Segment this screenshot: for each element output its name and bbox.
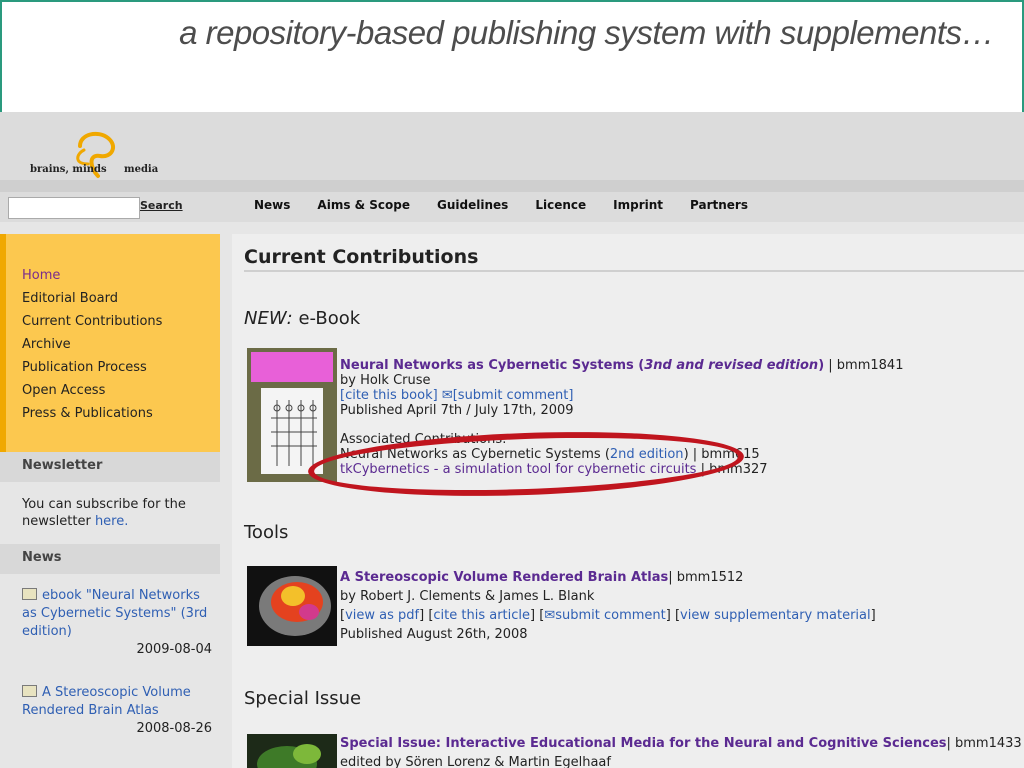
sidebar-item-editorial-board[interactable]: Editorial Board [22,287,220,310]
news-date: 2009-08-04 [136,642,212,657]
nav-item-guidelines[interactable]: Guidelines [437,198,508,212]
logo-text-left: brains, minds [30,164,107,175]
search-input[interactable] [8,197,140,219]
brain-atlas-thumbnail[interactable] [247,566,337,646]
site-logo[interactable]: brains, minds media [28,124,168,180]
main-content: Current Contributions NEW: e-Book Neural… [232,234,1024,768]
page-title: Current Contributions [244,246,479,268]
slide-title-bar: a repository-based publishing system wit… [0,0,1024,112]
mail-icon: ✉ [544,608,556,623]
book-published: Published April 7th / July 17th, 2009 [340,403,574,418]
newsletter-heading: Newsletter [0,452,220,482]
book-title-text[interactable]: Neural Networks as Cybernetic Systems ( [340,358,644,373]
news-date: 2008-08-26 [136,721,212,736]
cite-article-link[interactable]: cite this article [433,608,530,623]
special-editors: edited by Sören Lorenz & Martin Egelhaaf [340,755,611,768]
new-label: NEW: [244,308,293,329]
tool-submit-comment-link[interactable]: submit comment [555,608,666,623]
tool-published: Published August 26th, 2008 [340,627,528,642]
special-id: | bmm1433 [946,736,1022,751]
sidebar-item-open-access[interactable]: Open Access [22,379,220,402]
special-issue-thumbnail[interactable] [247,734,337,768]
book-id: | bmm1841 [828,358,904,373]
sidebar-lower: Newsletter You can subscribe for the new… [0,452,220,768]
slide-title: a repository-based publishing system wit… [179,14,994,51]
nav-menu: News Aims & Scope Guidelines Licence Imp… [254,198,775,212]
news-heading: News [0,544,220,574]
logo-text-right: media [124,164,159,175]
section-heading-ebook: NEW: e-Book [244,308,360,329]
cite-book-link[interactable]: [cite this book] [340,388,438,403]
nav-item-news[interactable]: News [254,198,290,212]
sidebar-item-press-publications[interactable]: Press & Publications [22,402,220,425]
nav-item-aims-scope[interactable]: Aims & Scope [317,198,410,212]
book-author: by Holk Cruse [340,373,431,388]
news-icon [22,685,37,697]
news-icon [22,588,37,600]
special-title-link[interactable]: Special Issue: Interactive Educational M… [340,736,947,751]
nav-item-imprint[interactable]: Imprint [613,198,663,212]
newsletter-link[interactable]: here. [95,514,128,529]
sidebar-item-archive[interactable]: Archive [22,333,220,356]
tool-author: by Robert J. Clements & James L. Blank [340,589,595,604]
tool-id: | bmm1512 [668,570,744,585]
header-strip [0,180,1024,192]
newsletter-text: You can subscribe for the newsletter her… [22,496,212,530]
mail-icon: ✉ [441,388,453,403]
sidebar-item-current-contributions[interactable]: Current Contributions [22,310,220,333]
book-title-end[interactable]: ) [818,358,824,373]
search-button[interactable]: Search [140,199,183,212]
site-header: brains, minds media [0,112,1024,180]
sidebar-item-home[interactable]: Home [22,264,220,287]
section-heading-tools: Tools [244,522,289,543]
view-pdf-link[interactable]: view as pdf [345,608,419,623]
news-item[interactable]: ebook "Neural Networks as Cybernetic Sys… [22,587,212,659]
nav-item-partners[interactable]: Partners [690,198,748,212]
submit-comment-link[interactable]: [submit comment] [453,388,574,403]
sidebar-menu: Home Editorial Board Current Contributio… [0,234,220,452]
news-title[interactable]: A Stereoscopic Volume Rendered Brain Atl… [22,685,191,718]
book-title-link[interactable]: Neural Networks as Cybernetic Systems (3… [340,358,824,373]
title-divider [244,270,1024,272]
tool-title-link[interactable]: A Stereoscopic Volume Rendered Brain Atl… [340,570,668,585]
news-title[interactable]: ebook "Neural Networks as Cybernetic Sys… [22,588,207,639]
tool-entry: A Stereoscopic Volume Rendered Brain Atl… [340,570,876,642]
section-heading-special: Special Issue [244,688,362,709]
special-entry: Special Issue: Interactive Educational M… [340,734,1022,768]
website-screenshot: brains, minds media Search News Aims & S… [0,112,1024,768]
sidebar-item-publication-process[interactable]: Publication Process [22,356,220,379]
book-title-edition[interactable]: 3nd and revised edition [644,358,818,373]
news-item[interactable]: A Stereoscopic Volume Rendered Brain Atl… [22,684,212,738]
view-supplementary-link[interactable]: view supplementary material [680,608,871,623]
ebook-label: e-Book [298,308,361,329]
nav-item-licence[interactable]: Licence [535,198,586,212]
